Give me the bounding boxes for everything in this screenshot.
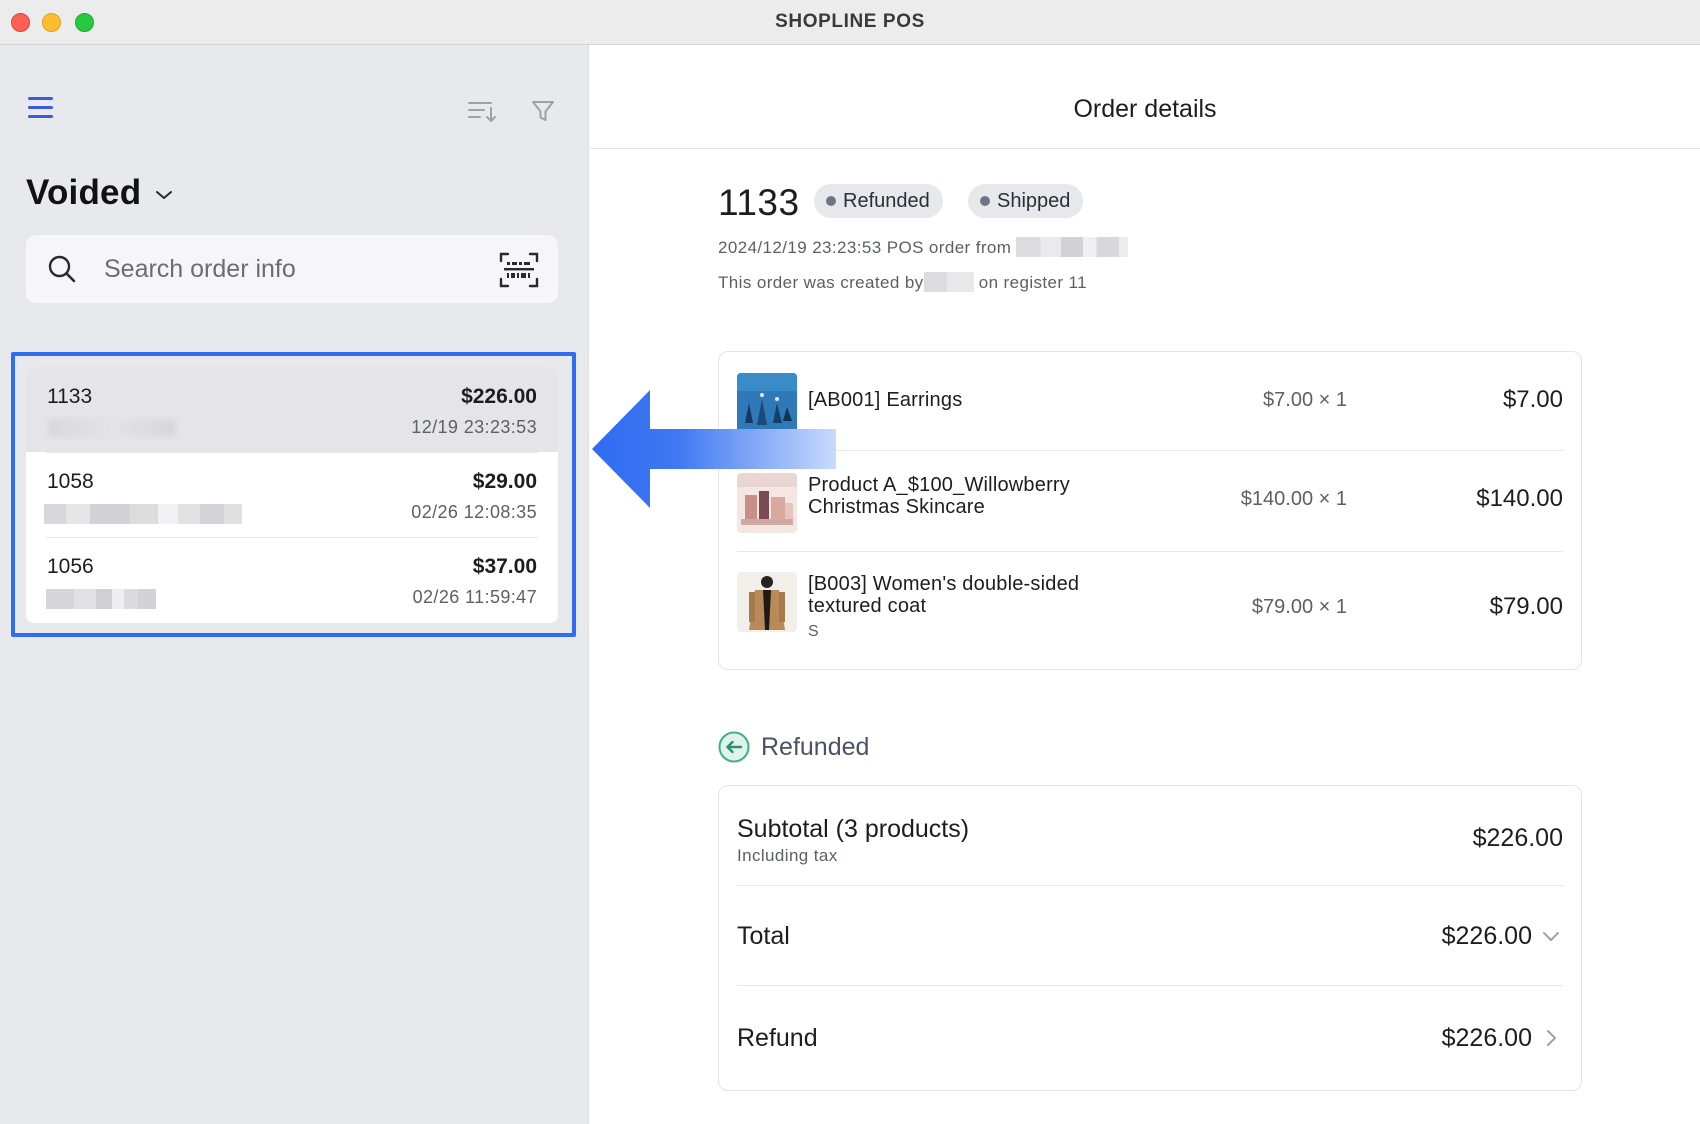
item-name-line-1: Product A_$100_Willowberry	[808, 474, 1070, 496]
coat-thumbnail	[737, 572, 797, 632]
item-variant: S	[808, 623, 819, 640]
order-search-bar	[26, 235, 558, 303]
subtotal-value: $226.00	[1472, 824, 1563, 852]
title-bar: SHOPLINE POS	[0, 0, 1700, 45]
refund-value: $226.00	[1441, 1024, 1532, 1052]
hamburger-menu-icon[interactable]	[26, 94, 56, 122]
refund-status-badge: Refunded	[814, 184, 943, 218]
order-details-panel: Order details 1133 Refunded Shipped 2024…	[590, 45, 1700, 1124]
order-list-sidebar: Voided 1133 $226.00	[0, 45, 589, 1124]
item-unit-price-quantity: $140.00 × 1	[1240, 488, 1347, 510]
item-name-line-1: [B003] Women's double-sided	[808, 573, 1080, 595]
item-total-price: $140.00	[1476, 485, 1563, 512]
refund-arrow-icon	[718, 731, 750, 763]
order-status-filter-dropdown[interactable]: Voided	[26, 173, 173, 213]
item-unit-price-quantity: $7.00 × 1	[1263, 389, 1347, 411]
subtotal-row: Subtotal (3 products) Including tax $226…	[737, 786, 1563, 885]
item-total-price: $79.00	[1489, 593, 1563, 620]
barcode-scan-icon[interactable]	[499, 252, 539, 288]
order-number-heading: 1133	[718, 182, 800, 223]
order-status-filter-label: Voided	[26, 173, 142, 212]
order-totals-card: Subtotal (3 products) Including tax $226…	[718, 785, 1582, 1091]
payment-status-label: Refunded	[761, 732, 870, 761]
filter-icon[interactable]	[530, 97, 556, 125]
subtotal-label: Subtotal (3 products)	[737, 815, 970, 843]
search-icon	[48, 255, 76, 283]
item-unit-price-quantity: $79.00 × 1	[1251, 596, 1347, 618]
redacted-staff-name	[923, 272, 974, 292]
refund-label: Refund	[737, 1024, 818, 1052]
order-created-info: 2024/12/19 23:23:53 POS order from	[718, 237, 1129, 258]
chevron-down-icon[interactable]	[1541, 926, 1561, 946]
order-creator-info: This order was created by on register 11	[718, 272, 1088, 292]
item-total-price: $7.00	[1502, 386, 1563, 413]
shipping-status-badge: Shipped	[968, 184, 1084, 218]
order-line-item[interactable]: [AB001] Earrings $7.00 × 1 $7.00	[737, 352, 1563, 450]
redacted-store-name	[1016, 237, 1129, 257]
sort-icon[interactable]	[466, 97, 498, 125]
order-line-item[interactable]: [B003] Women's double-sided textured coa…	[737, 551, 1563, 669]
item-name-line-2: textured coat	[808, 595, 927, 617]
subtotal-tax-note: Including tax	[737, 846, 838, 865]
payment-status: Refunded	[718, 731, 869, 763]
total-label: Total	[737, 922, 790, 950]
total-row[interactable]: Total $226.00	[737, 886, 1563, 985]
order-items-card: [AB001] Earrings $7.00 × 1 $7.00 Product…	[718, 351, 1582, 670]
order-list-highlight-frame	[11, 352, 576, 637]
order-line-item[interactable]: Product A_$100_Willowberry Christmas Ski…	[737, 450, 1563, 551]
total-value: $226.00	[1441, 922, 1532, 950]
chevron-right-icon[interactable]	[1541, 1028, 1561, 1048]
order-details-header: Order details	[590, 45, 1700, 149]
chevron-down-icon	[156, 191, 173, 199]
order-search-input[interactable]	[104, 249, 484, 289]
window-title: SHOPLINE POS	[775, 11, 925, 32]
page-title: Order details	[1073, 95, 1217, 123]
annotation-arrow-icon	[592, 390, 836, 508]
refund-row[interactable]: Refund $226.00	[737, 986, 1563, 1090]
